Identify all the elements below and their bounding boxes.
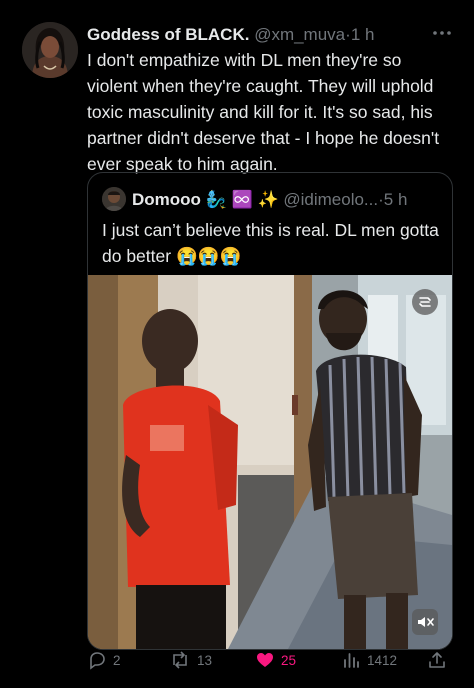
tweet-text: I don't empathize with DL men they're so… xyxy=(87,50,440,174)
tweet-actions: 2 13 25 1412 xyxy=(87,644,457,674)
like-button[interactable]: 25 xyxy=(255,650,296,670)
video-media[interactable] xyxy=(88,275,452,649)
retweet-count: 13 xyxy=(197,652,213,668)
retweet-icon xyxy=(173,651,187,669)
quoted-tweet[interactable]: Domooo 🧞‍♂️ ♾️ ✨ @idimeolo...·5 h I just… xyxy=(87,172,453,650)
video-frame xyxy=(88,275,452,649)
tweet-header: Goddess of BLACK. @xm_muva·1 h xyxy=(87,24,447,46)
crying-emojis: 😭😭😭 xyxy=(175,246,242,266)
reply-icon xyxy=(90,652,105,670)
reply-button[interactable]: 2 xyxy=(87,650,121,670)
like-count: 25 xyxy=(281,652,297,668)
heart-filled-icon xyxy=(257,653,273,667)
volume-muted-icon[interactable] xyxy=(412,609,438,635)
share-icon xyxy=(429,652,445,668)
quoted-header: Domooo 🧞‍♂️ ♾️ ✨ @idimeolo...·5 h xyxy=(132,189,407,211)
quality-icon[interactable] xyxy=(412,289,438,315)
avatar-image xyxy=(22,22,78,78)
views-button[interactable]: 1412 xyxy=(341,650,397,670)
quoted-author-handle[interactable]: @idimeolo... xyxy=(283,190,378,209)
name-emojis: 🧞‍♂️ ♾️ ✨ xyxy=(205,190,279,209)
retweet-button[interactable]: 13 xyxy=(169,650,212,670)
share-button[interactable] xyxy=(427,650,447,670)
more-options-icon[interactable] xyxy=(431,23,455,43)
views-count: 1412 xyxy=(367,652,398,668)
author-handle[interactable]: @xm_muva xyxy=(254,25,345,44)
quoted-author-avatar[interactable] xyxy=(102,187,126,211)
author-avatar[interactable] xyxy=(22,22,78,78)
author-name[interactable]: Goddess of BLACK. xyxy=(87,25,249,44)
quoted-author-name[interactable]: Domooo xyxy=(132,190,201,209)
quoted-tweet-text: I just can’t believe this is real. DL me… xyxy=(102,217,442,269)
quoted-text-body: I just can’t believe this is real. DL me… xyxy=(102,220,439,266)
reply-count: 2 xyxy=(113,652,121,668)
tweet-time[interactable]: 1 h xyxy=(351,25,375,44)
quoted-tweet-time[interactable]: 5 h xyxy=(384,190,408,209)
views-icon xyxy=(344,653,359,668)
